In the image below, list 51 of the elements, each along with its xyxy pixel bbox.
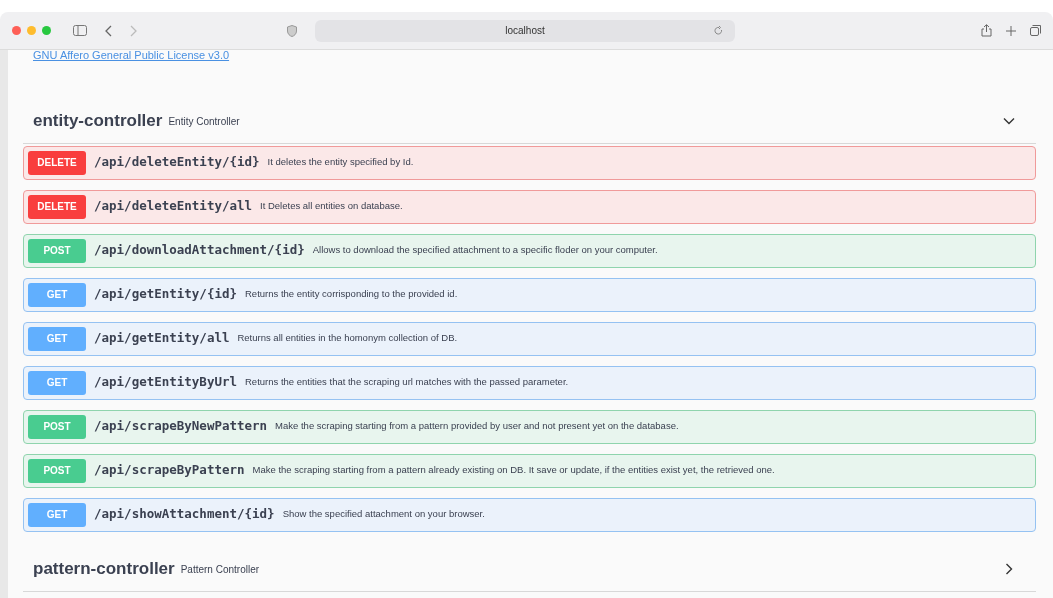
operation-row[interactable]: POST /api/scrapeByNewPattern Make the scraping starting from a pattern provided by user and not present yet on the database.: [23, 409, 1036, 444]
operation-row[interactable]: DELETE /api/deleteEntity/all It Deletes all entities on database.: [23, 189, 1036, 224]
plus-icon[interactable]: [1006, 25, 1016, 36]
method-badge: POST: [28, 238, 86, 263]
address-bar[interactable]: localhost: [315, 19, 735, 42]
back-icon[interactable]: [105, 24, 112, 37]
controller-name[interactable]: pattern-controller: [33, 556, 175, 582]
reload-icon[interactable]: [714, 25, 723, 36]
sidebar-icon[interactable]: [73, 25, 87, 36]
operation-row[interactable]: GET /api/getEntityByUrl Returns the entities that the scraping url matches with the passed parameter.: [23, 365, 1036, 400]
endpoint-path: /api/getEntity/all: [94, 329, 230, 348]
share-icon[interactable]: [981, 24, 992, 37]
endpoint-path: /api/getEntity/{id}: [94, 285, 237, 304]
endpoint-summary: Returns all entities in the homonym collection of DB.: [237, 331, 458, 346]
method-badge: GET: [28, 326, 86, 351]
endpoint-path: /api/deleteEntity/{id}: [94, 153, 260, 172]
endpoint-summary: It deletes the entity specified by Id.: [267, 155, 414, 170]
tabs-icon[interactable]: [1030, 25, 1041, 36]
zoom-icon[interactable]: [42, 26, 51, 35]
method-badge: DELETE: [28, 194, 86, 219]
method-badge: POST: [28, 458, 86, 483]
endpoint-summary: Allows to download the specified attachment to a specific floder on your computer.: [312, 243, 658, 258]
endpoint-path: /api/deleteEntity/all: [94, 197, 253, 216]
controller-description: Entity Controller: [168, 114, 240, 129]
endpoint-path: /api/scrapeByPattern: [94, 461, 245, 480]
operation-row[interactable]: POST /api/scrapeByPattern Make the scraping starting from a pattern already existing on DB. It save or update, if the entities exist yet, the retrieved one.: [23, 453, 1036, 488]
endpoint-summary: Make the scraping starting from a pattern already existing on DB. It save or update, if the entities exist yet, the retrieved one.: [252, 463, 775, 478]
endpoint-summary: Make the scraping starting from a pattern provided by user and not present yet on the database.: [275, 419, 679, 434]
endpoint-path: /api/scrapeByNewPattern: [94, 417, 268, 436]
controller-description: Pattern Controller: [180, 562, 260, 577]
endpoint-summary: Returns the entities that the scraping url matches with the passed parameter.: [245, 375, 569, 390]
operation-row[interactable]: GET /api/getEntity/{id} Returns the entity corrisponding to the provided id.: [23, 277, 1036, 312]
operation-row[interactable]: GET /api/getEntity/all Returns all entities in the homonym collection of DB.: [23, 321, 1036, 356]
endpoint-path: /api/showAttachment/{id}: [94, 505, 275, 524]
method-badge: GET: [28, 282, 86, 307]
endpoint-summary: Returns the entity corrisponding to the provided id.: [245, 287, 458, 302]
close-icon[interactable]: [12, 26, 21, 35]
controller-name[interactable]: entity-controller: [33, 108, 163, 134]
endpoint-path: /api/downloadAttachment/{id}: [94, 241, 305, 260]
operation-row[interactable]: DELETE /api/deleteEntity/{id} It deletes the entity specified by Id.: [23, 145, 1036, 180]
method-badge: DELETE: [28, 150, 86, 175]
operation-row[interactable]: GET /api/showAttachment/{id} Show the specified attachment on your browser.: [23, 497, 1036, 532]
operation-row[interactable]: POST /api/downloadAttachment/{id} Allows to download the specified attachment to a specific floder on your computer.: [23, 233, 1036, 268]
endpoint-path: /api/getEntityByUrl: [94, 373, 237, 392]
forward-icon[interactable]: [130, 24, 137, 37]
endpoint-summary: It Deletes all entities on database.: [260, 199, 403, 214]
method-badge: GET: [28, 370, 86, 395]
method-badge: POST: [28, 414, 86, 439]
method-badge: GET: [28, 502, 86, 527]
endpoint-summary: Show the specified attachment on your browser.: [282, 507, 485, 522]
shield-icon[interactable]: [287, 24, 297, 37]
